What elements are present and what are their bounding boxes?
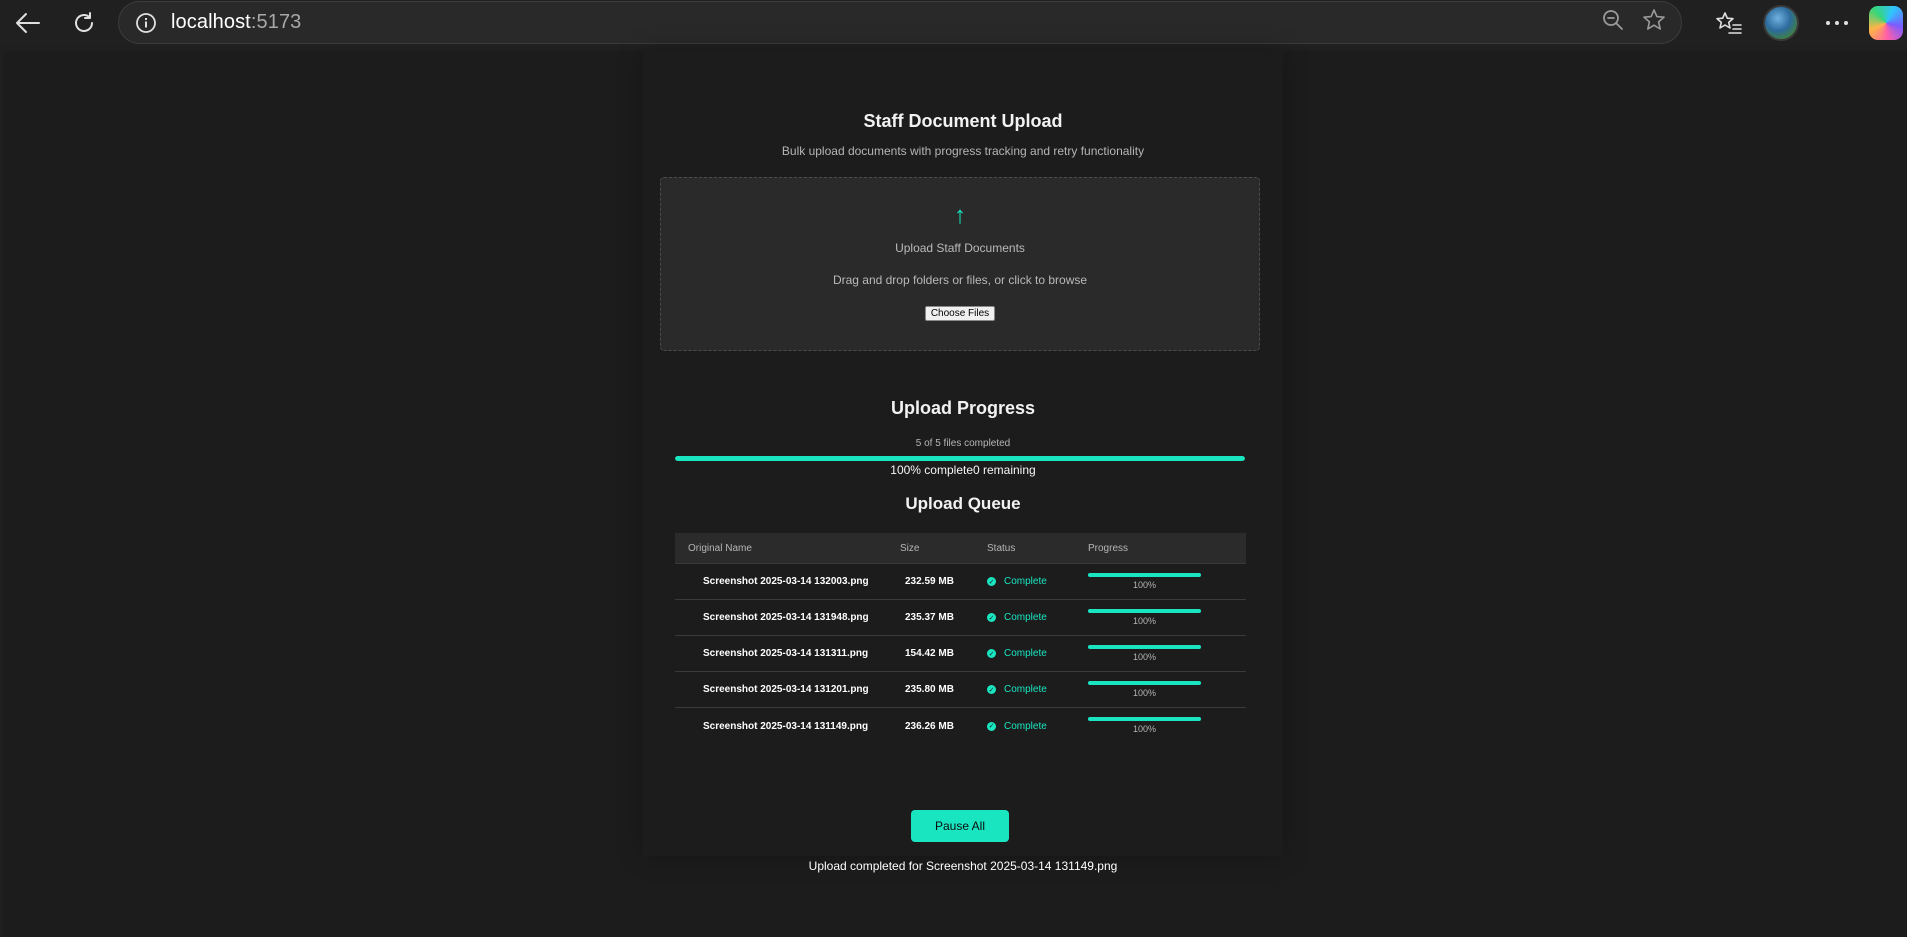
file-name: Screenshot 2025-03-14 131948.png <box>703 612 869 623</box>
status-badge: ✓ Complete <box>987 648 1088 659</box>
status-text: Complete <box>1004 720 1047 732</box>
page-subtitle: Bulk upload documents with progress trac… <box>781 144 1145 158</box>
file-dropzone[interactable]: ↑ Upload Staff Documents Drag and drop f… <box>660 177 1260 351</box>
url-port: :5173 <box>250 11 302 33</box>
file-size: 235.80 MB <box>905 684 954 695</box>
site-info-icon[interactable] <box>133 10 159 36</box>
file-name: Screenshot 2025-03-14 132003.png <box>703 576 869 587</box>
table-row: Screenshot 2025-03-14 131948.png 235.37 … <box>675 600 1246 636</box>
url-host: localhost <box>171 11 251 33</box>
status-text: Complete <box>1004 612 1047 623</box>
upload-queue-heading: Upload Queue <box>905 494 1021 513</box>
row-progress-label: 100% <box>1132 651 1157 662</box>
page-title: Staff Document Upload <box>863 111 1063 131</box>
status-badge: ✓ Complete <box>987 684 1088 695</box>
row-progress-label: 100% <box>1132 615 1157 626</box>
arrow-up-icon: ↑ <box>954 202 966 229</box>
row-progress-fill <box>1088 717 1201 721</box>
more-options-icon[interactable] <box>1817 3 1857 43</box>
file-size: 154.42 MB <box>905 648 954 659</box>
choose-files-button[interactable]: Choose Files <box>925 306 995 321</box>
row-progress: 100% <box>1088 679 1201 701</box>
address-bar[interactable]: localhost:5173 <box>118 1 1682 44</box>
row-progress: 100% <box>1088 571 1201 593</box>
check-circle-icon: ✓ <box>987 649 996 658</box>
file-name: Screenshot 2025-03-14 131311.png <box>703 648 869 659</box>
row-progress-fill <box>1088 608 1201 613</box>
file-size: 235.37 MB <box>905 612 954 623</box>
status-text: Complete <box>1004 684 1047 695</box>
row-progress-label: 100% <box>1132 724 1157 734</box>
copilot-icon[interactable] <box>1869 6 1903 40</box>
status-text: Complete <box>1004 648 1047 659</box>
status-badge: ✓ Complete <box>987 721 1088 732</box>
row-progress-fill <box>1088 572 1201 577</box>
row-progress-fill <box>1088 680 1201 685</box>
row-progress-fill <box>1088 644 1201 649</box>
row-progress: 100% <box>1088 607 1201 629</box>
files-completed-text: 5 of 5 files completed <box>915 438 1011 449</box>
overall-progress-bar <box>675 456 1245 461</box>
row-progress-label: 100% <box>1132 687 1157 698</box>
pause-all-button[interactable]: Pause All <box>911 810 1009 842</box>
dropzone-instructions: Drag and drop folders or files, or click… <box>832 273 1088 287</box>
row-progress: 100% <box>1088 643 1201 665</box>
browser-toolbar: localhost:5173 <box>0 0 1907 46</box>
row-progress: 100% <box>1088 715 1201 737</box>
file-size: 232.59 MB <box>905 576 954 587</box>
status-badge: ✓ Complete <box>987 576 1088 587</box>
refresh-icon[interactable] <box>64 3 104 43</box>
upload-progress-heading: Upload Progress <box>890 398 1036 418</box>
column-header-progress: Progress <box>1088 542 1129 554</box>
upload-queue-table: Original Name Size Status Progress Scree… <box>675 533 1246 744</box>
file-name: Screenshot 2025-03-14 131149.png <box>703 720 869 732</box>
row-progress-label: 100% <box>1132 579 1157 590</box>
table-row: Screenshot 2025-03-14 132003.png 232.59 … <box>675 564 1246 600</box>
back-icon[interactable] <box>8 3 48 43</box>
zoom-out-icon[interactable] <box>1601 8 1625 37</box>
upload-panel: Staff Document Upload Bulk upload docume… <box>643 51 1283 873</box>
page-viewport: Staff Document Upload Bulk upload docume… <box>3 51 1907 937</box>
column-header-name: Original Name <box>688 542 752 554</box>
dropzone-title: Upload Staff Documents <box>895 241 1025 255</box>
column-header-status: Status <box>987 542 1016 554</box>
table-header: Original Name Size Status Progress <box>675 533 1246 564</box>
favorites-list-icon[interactable] <box>1709 3 1749 43</box>
table-row: Screenshot 2025-03-14 131201.png 235.80 … <box>675 672 1246 708</box>
progress-stats-text: 100% complete0 remaining <box>890 463 1036 477</box>
check-circle-icon: ✓ <box>987 577 996 586</box>
url-text: localhost:5173 <box>171 11 301 34</box>
profile-avatar[interactable] <box>1763 5 1799 41</box>
table-row: Screenshot 2025-03-14 131149.png 236.26 … <box>675 708 1246 744</box>
status-text: Complete <box>1004 576 1047 587</box>
file-name: Screenshot 2025-03-14 131201.png <box>703 684 869 695</box>
upload-notification: Upload completed for Screenshot 2025-03-… <box>808 859 1118 873</box>
overall-progress-fill <box>675 456 1245 461</box>
favorite-star-icon[interactable] <box>1641 7 1667 38</box>
check-circle-icon: ✓ <box>987 685 996 694</box>
check-circle-icon: ✓ <box>987 721 996 731</box>
table-row: Screenshot 2025-03-14 131311.png 154.42 … <box>675 636 1246 672</box>
status-badge: ✓ Complete <box>987 612 1088 623</box>
column-header-size: Size <box>900 542 920 554</box>
file-size: 236.26 MB <box>905 720 954 732</box>
check-circle-icon: ✓ <box>987 613 996 622</box>
